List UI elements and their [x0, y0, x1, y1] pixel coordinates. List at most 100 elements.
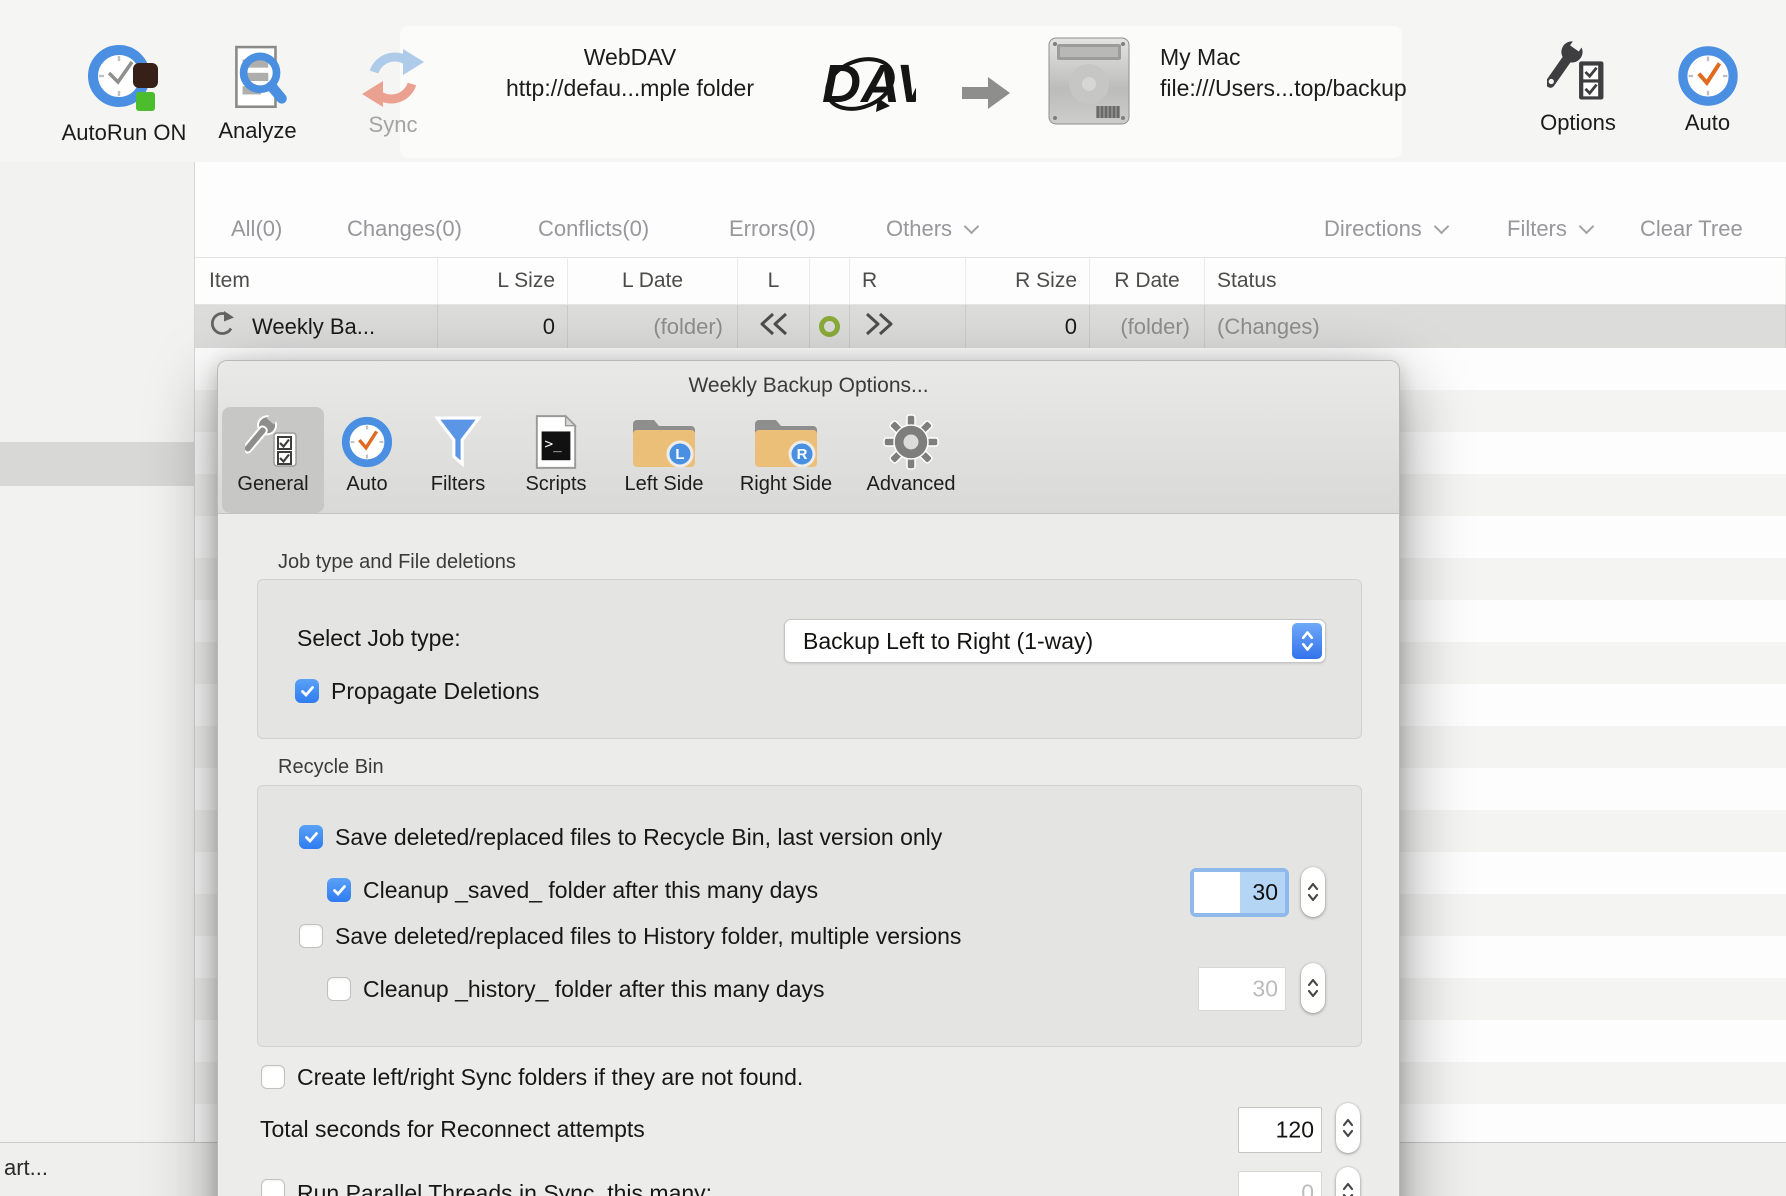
chevron-down-icon	[1579, 219, 1595, 235]
dialog-tab-filters[interactable]: Filters	[410, 407, 506, 513]
dialog-header[interactable]: Weekly Backup Options...	[218, 361, 1399, 514]
gear-icon	[883, 412, 939, 472]
save-history-checkbox[interactable]	[299, 924, 323, 948]
cleanup-history-days-input[interactable]: 30	[1198, 967, 1286, 1011]
tab-errors[interactable]: Errors(0)	[729, 216, 816, 242]
dialog-tab-auto[interactable]: Auto	[324, 407, 410, 513]
svg-text:R: R	[797, 446, 808, 463]
column-header-middle[interactable]	[810, 258, 850, 304]
left-target[interactable]: WebDAV http://defau...mple folder	[452, 42, 808, 104]
directions-menu[interactable]: Directions	[1324, 216, 1447, 242]
autorun-clock-icon	[85, 40, 163, 118]
sync-arrows-icon	[360, 46, 426, 110]
save-recycle-label: Save deleted/replaced files to Recycle B…	[335, 824, 942, 851]
column-header-l[interactable]: L	[738, 258, 810, 304]
direction-arrow-icon	[960, 74, 1012, 112]
cleanup-history-checkbox[interactable]	[327, 977, 351, 1001]
autorun-label: AutoRun ON	[62, 120, 187, 146]
right-target-title: My Mac	[1160, 42, 1530, 73]
create-folders-checkbox[interactable]	[261, 1065, 285, 1089]
row-status: (Changes)	[1205, 305, 1786, 348]
select-stepper-icon	[1292, 623, 1322, 659]
cleanup-saved-label: Cleanup _saved_ folder after this many d…	[363, 877, 818, 904]
dialog-tab-right-side[interactable]: R Right Side	[722, 407, 850, 513]
row-item-cell: Weekly Ba...	[195, 305, 438, 348]
dialog-tab-advanced[interactable]: Advanced	[850, 407, 972, 513]
column-header-r[interactable]: R	[850, 258, 966, 304]
selected-job-row-highlight[interactable]	[0, 442, 194, 486]
reconnect-seconds-stepper[interactable]	[1336, 1103, 1360, 1153]
app-window: AutoRun ON Analyze	[0, 0, 1786, 1196]
left-target-path: http://defau...mple folder	[452, 73, 808, 104]
cleanup-history-label: Cleanup _history_ folder after this many…	[363, 976, 825, 1003]
cleanup-saved-days-focus-ring: 30	[1190, 868, 1289, 917]
dialog-title: Weekly Backup Options...	[218, 374, 1399, 398]
table-row[interactable]: Weekly Ba... 0 (folder)	[195, 305, 1786, 348]
tab-conflicts[interactable]: Conflicts(0)	[538, 216, 649, 242]
save-recycle-checkbox[interactable]	[299, 825, 323, 849]
parallel-threads-input[interactable]: 0	[1238, 1171, 1322, 1196]
cleanup-history-days-value: 30	[1252, 976, 1278, 1003]
recycle-section-label: Recycle Bin	[278, 756, 384, 779]
dialog-tab-left-side[interactable]: L Left Side	[606, 407, 722, 513]
cleanup-saved-days-value: 30	[1240, 872, 1285, 913]
right-target[interactable]: My Mac file:///Users...top/backup	[1160, 42, 1530, 104]
status-text: art...	[4, 1155, 48, 1181]
column-header-l-size[interactable]: L Size	[438, 258, 568, 304]
dialog-tab-scripts[interactable]: >_ Scripts	[506, 407, 606, 513]
folder-right-icon: R	[753, 412, 819, 472]
wrench-checklist-icon	[245, 412, 301, 472]
svg-text:L: L	[675, 446, 684, 463]
dialog-tab-general[interactable]: General	[222, 407, 324, 513]
clock-icon	[340, 412, 394, 472]
parallel-threads-checkbox[interactable]	[261, 1179, 285, 1196]
tab-others[interactable]: Others	[886, 216, 977, 242]
job-type-select[interactable]: Backup Left to Right (1-way)	[784, 619, 1326, 663]
analyze-button[interactable]: Analyze	[180, 44, 335, 144]
propagate-deletions-checkbox[interactable]	[295, 679, 319, 703]
row-direction-none[interactable]	[810, 305, 850, 348]
clear-tree-button[interactable]: Clear Tree	[1640, 216, 1743, 242]
right-target-path: file:///Users...top/backup	[1160, 73, 1530, 104]
tab-all[interactable]: All(0)	[231, 216, 282, 242]
funnel-icon	[432, 412, 484, 472]
cleanup-saved-days-stepper[interactable]	[1301, 867, 1325, 917]
row-direction-right[interactable]	[850, 305, 966, 348]
column-header-r-size[interactable]: R Size	[966, 258, 1090, 304]
chevron-down-icon	[964, 219, 980, 235]
tab-changes[interactable]: Changes(0)	[347, 216, 462, 242]
row-r-size: 0	[966, 305, 1090, 348]
chevron-down-icon	[1434, 219, 1450, 235]
job-type-value: Backup Left to Right (1-way)	[803, 620, 1093, 662]
parallel-threads-value: 0	[1301, 1180, 1314, 1196]
reconnect-seconds-input[interactable]: 120	[1238, 1107, 1322, 1153]
job-list-pane	[0, 162, 195, 1142]
column-header-status[interactable]: Status	[1205, 258, 1786, 304]
column-header-item[interactable]: Item	[195, 258, 438, 304]
terminal-document-icon: >_	[533, 412, 579, 472]
reconnect-label: Total seconds for Reconnect attempts	[260, 1116, 645, 1143]
dialog-tab-bar: General Auto	[222, 407, 972, 513]
reconnect-seconds-value: 120	[1276, 1117, 1314, 1144]
row-item-name: Weekly Ba...	[252, 314, 375, 340]
arrow-right-icon	[862, 312, 896, 342]
column-header-l-date[interactable]: L Date	[568, 258, 738, 304]
row-direction-left[interactable]	[738, 305, 810, 348]
cleanup-history-days-stepper[interactable]	[1301, 963, 1325, 1013]
parallel-threads-stepper[interactable]	[1336, 1167, 1360, 1196]
job-options-dialog: Weekly Backup Options...	[217, 360, 1400, 1196]
propagate-deletions-label: Propagate Deletions	[331, 678, 539, 705]
auto-button[interactable]: Auto	[1630, 44, 1785, 136]
column-header-r-date[interactable]: R Date	[1090, 258, 1205, 304]
auto-label: Auto	[1685, 110, 1730, 136]
cleanup-saved-checkbox[interactable]	[327, 878, 351, 902]
sync-button[interactable]: Sync	[318, 46, 468, 138]
cleanup-saved-days-input[interactable]: 30	[1194, 872, 1285, 913]
toolbar: AutoRun ON Analyze	[0, 0, 1786, 162]
create-folders-label: Create left/right Sync folders if they a…	[297, 1064, 803, 1091]
job-section-label: Job type and File deletions	[278, 551, 516, 574]
filters-menu[interactable]: Filters	[1507, 216, 1592, 242]
folder-left-icon: L	[631, 412, 697, 472]
parallel-threads-label: Run Parallel Threads in Sync, this many:	[297, 1180, 712, 1196]
job-type-label: Select Job type:	[297, 625, 461, 652]
